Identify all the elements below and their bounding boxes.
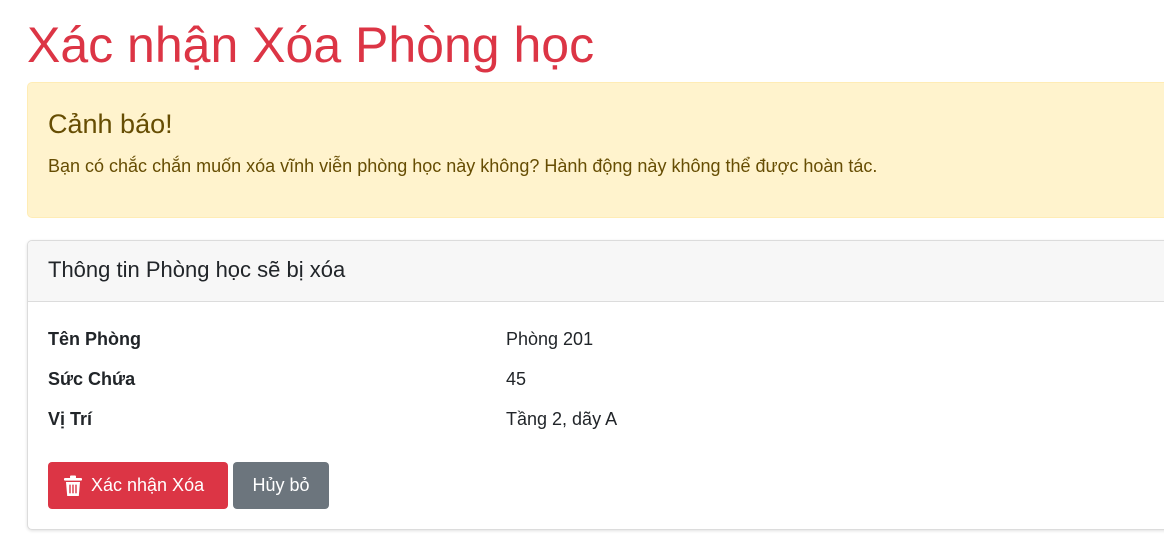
cancel-button[interactable]: Hủy bỏ bbox=[233, 462, 329, 509]
room-name-label: Tên Phòng bbox=[48, 329, 141, 349]
warning-alert: Cảnh báo! Bạn có chắc chắn muốn xóa vĩnh… bbox=[27, 82, 1164, 218]
confirm-delete-button[interactable]: Xác nhận Xóa bbox=[48, 462, 228, 509]
delete-classroom-page: Xác nhận Xóa Phòng học Cảnh báo! Bạn có … bbox=[0, 0, 1164, 546]
location-value: Tầng 2, dãy A bbox=[506, 409, 618, 429]
room-name-value: Phòng 201 bbox=[506, 329, 594, 349]
card-title: Thông tin Phòng học sẽ bị xóa bbox=[48, 257, 346, 282]
location-label: Vị Trí bbox=[48, 409, 93, 429]
trash-icon bbox=[64, 475, 82, 496]
classroom-info-card: Thông tin Phòng học sẽ bị xóa Tên Phòng … bbox=[27, 240, 1164, 530]
confirm-delete-label: Xác nhận Xóa bbox=[91, 475, 205, 495]
info-row-room-name: Tên Phòng Phòng 201 bbox=[28, 324, 1164, 354]
card-header: Thông tin Phòng học sẽ bị xóa bbox=[28, 241, 1164, 302]
capacity-value: 45 bbox=[506, 369, 527, 389]
page-title: Xác nhận Xóa Phòng học bbox=[27, 17, 595, 73]
alert-message: Bạn có chắc chắn muốn xóa vĩnh viễn phòn… bbox=[48, 156, 878, 176]
alert-heading: Cảnh báo! bbox=[48, 109, 173, 139]
info-row-location: Vị Trí Tầng 2, dãy A bbox=[28, 404, 1164, 434]
info-row-capacity: Sức Chứa 45 bbox=[28, 364, 1164, 394]
capacity-label: Sức Chứa bbox=[48, 369, 136, 389]
